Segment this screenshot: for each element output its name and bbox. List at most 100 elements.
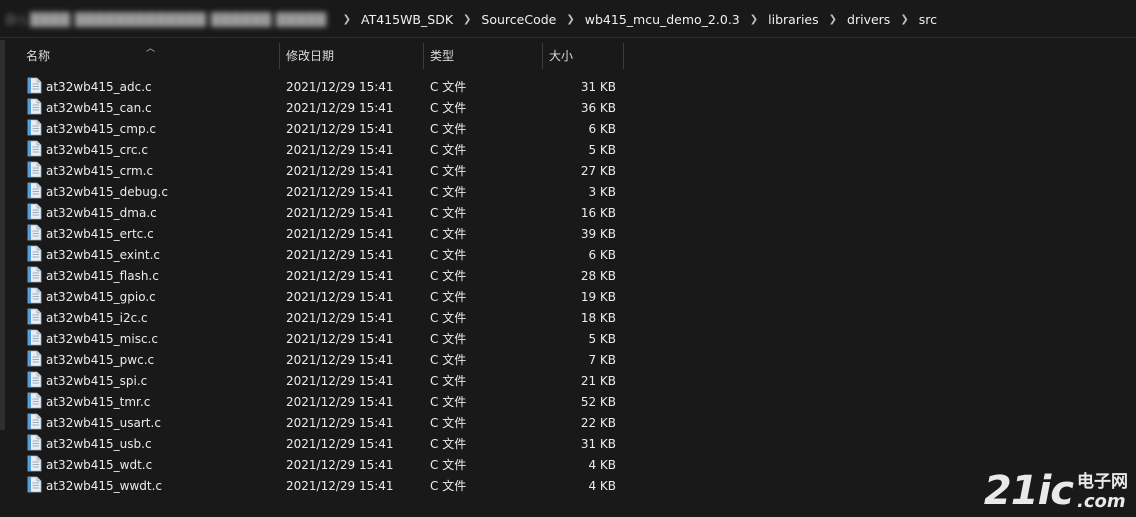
breadcrumb-item[interactable]: SourceCode bbox=[481, 12, 556, 27]
file-row[interactable]: at32wb415_spi.c 2021/12/29 15:41 C 文件 21 KB bbox=[20, 371, 625, 392]
c-source-file-icon bbox=[27, 476, 42, 497]
file-row[interactable]: at32wb415_misc.c 2021/12/29 15:41 C 文件 5 KB bbox=[20, 329, 625, 350]
breadcrumb-blurred-path: D:\ ████ █████████████ ██████ █████ bbox=[6, 11, 327, 27]
breadcrumb-item[interactable]: AT415WB_SDK bbox=[361, 12, 453, 27]
c-source-file-icon bbox=[27, 392, 42, 413]
file-row[interactable]: at32wb415_usb.c 2021/12/29 15:41 C 文件 31 KB bbox=[20, 434, 625, 455]
file-date: 2021/12/29 15:41 bbox=[286, 227, 394, 241]
c-source-file-icon bbox=[27, 182, 42, 203]
watermark-com: .com bbox=[1077, 491, 1126, 512]
c-source-file-icon bbox=[27, 266, 42, 287]
file-name: at32wb415_cmp.c bbox=[46, 122, 156, 136]
watermark-cn: 电子网 bbox=[1077, 472, 1128, 492]
file-type: C 文件 bbox=[430, 164, 467, 178]
file-row[interactable]: at32wb415_wwdt.c 2021/12/29 15:41 C 文件 4 KB bbox=[20, 476, 625, 497]
file-row[interactable]: at32wb415_tmr.c 2021/12/29 15:41 C 文件 52 KB bbox=[20, 392, 625, 413]
file-row[interactable]: at32wb415_i2c.c 2021/12/29 15:41 C 文件 18 KB bbox=[20, 308, 625, 329]
c-source-file-icon bbox=[27, 98, 42, 119]
c-source-file-icon bbox=[27, 329, 42, 350]
c-source-file-icon bbox=[27, 224, 42, 245]
file-row[interactable]: at32wb415_dma.c 2021/12/29 15:41 C 文件 16 KB bbox=[20, 203, 625, 224]
breadcrumb-item[interactable]: libraries bbox=[768, 12, 819, 27]
file-row[interactable]: at32wb415_pwc.c 2021/12/29 15:41 C 文件 7 KB bbox=[20, 350, 625, 371]
column-header-date[interactable]: 修改日期 bbox=[280, 39, 423, 71]
file-type: C 文件 bbox=[430, 185, 467, 199]
file-row[interactable]: at32wb415_exint.c 2021/12/29 15:41 C 文件 6 K… bbox=[20, 245, 625, 266]
file-name: at32wb415_wdt.c bbox=[46, 458, 153, 472]
chevron-right-icon[interactable]: ❯ bbox=[463, 14, 471, 25]
c-source-file-icon bbox=[27, 77, 42, 98]
breadcrumb-item[interactable]: src bbox=[919, 12, 937, 27]
file-date: 2021/12/29 15:41 bbox=[286, 311, 394, 325]
file-name: at32wb415_usb.c bbox=[46, 437, 152, 451]
file-type: C 文件 bbox=[430, 122, 467, 136]
file-row[interactable]: at32wb415_can.c 2021/12/29 15:41 C 文件 36 KB bbox=[20, 98, 625, 119]
file-size: 19 KB bbox=[580, 290, 616, 304]
file-date: 2021/12/29 15:41 bbox=[286, 437, 394, 451]
column-divider[interactable] bbox=[623, 43, 624, 69]
chevron-right-icon[interactable]: ❯ bbox=[343, 14, 351, 25]
file-date: 2021/12/29 15:41 bbox=[286, 248, 394, 262]
file-size: 28 KB bbox=[580, 269, 616, 283]
file-row[interactable]: at32wb415_adc.c 2021/12/29 15:41 C 文件 31 KB bbox=[20, 77, 625, 98]
file-type: C 文件 bbox=[430, 311, 467, 325]
file-name: at32wb415_ertc.c bbox=[46, 227, 154, 241]
file-name: at32wb415_can.c bbox=[46, 101, 152, 115]
file-date: 2021/12/29 15:41 bbox=[286, 122, 394, 136]
file-row[interactable]: at32wb415_ertc.c 2021/12/29 15:41 C 文件 39 K… bbox=[20, 224, 625, 245]
c-source-file-icon bbox=[27, 413, 42, 434]
file-date: 2021/12/29 15:41 bbox=[286, 458, 394, 472]
file-type: C 文件 bbox=[430, 374, 467, 388]
chevron-right-icon[interactable]: ❯ bbox=[900, 14, 908, 25]
file-size: 18 KB bbox=[580, 311, 616, 325]
file-date: 2021/12/29 15:41 bbox=[286, 206, 394, 220]
file-row[interactable]: at32wb415_flash.c 2021/12/29 15:41 C 文件 28 … bbox=[20, 266, 625, 287]
file-name: at32wb415_exint.c bbox=[46, 248, 160, 262]
file-size: 52 KB bbox=[580, 395, 616, 409]
file-type: C 文件 bbox=[430, 353, 467, 367]
file-name: at32wb415_tmr.c bbox=[46, 395, 151, 409]
column-header-type[interactable]: 类型 bbox=[424, 39, 542, 71]
address-bar[interactable]: D:\ ████ █████████████ ██████ █████ ❯ AT4… bbox=[0, 0, 1136, 38]
c-source-file-icon bbox=[27, 203, 42, 224]
file-row[interactable]: at32wb415_debug.c 2021/12/29 15:41 C 文件 3 K… bbox=[20, 182, 625, 203]
file-name: at32wb415_wwdt.c bbox=[46, 479, 163, 493]
file-type: C 文件 bbox=[430, 101, 467, 115]
breadcrumb-item[interactable]: drivers bbox=[847, 12, 890, 27]
file-list-view: 名称 ︿ 修改日期 类型 大小 at32wb415_adc.c 2021/12/2… bbox=[0, 39, 1136, 517]
file-type: C 文件 bbox=[430, 143, 467, 157]
file-row[interactable]: at32wb415_gpio.c 2021/12/29 15:41 C 文件 19 K… bbox=[20, 287, 625, 308]
file-date: 2021/12/29 15:41 bbox=[286, 101, 394, 115]
chevron-right-icon[interactable]: ❯ bbox=[829, 14, 837, 25]
file-type: C 文件 bbox=[430, 80, 467, 94]
chevron-right-icon[interactable]: ❯ bbox=[566, 14, 574, 25]
file-date: 2021/12/29 15:41 bbox=[286, 80, 394, 94]
file-date: 2021/12/29 15:41 bbox=[286, 164, 394, 178]
file-date: 2021/12/29 15:41 bbox=[286, 269, 394, 283]
file-date: 2021/12/29 15:41 bbox=[286, 143, 394, 157]
file-name: at32wb415_dma.c bbox=[46, 206, 157, 220]
file-size: 36 KB bbox=[580, 101, 616, 115]
chevron-right-icon[interactable]: ❯ bbox=[750, 14, 758, 25]
file-row[interactable]: at32wb415_crc.c 2021/12/29 15:41 C 文件 5 KB bbox=[20, 140, 625, 161]
c-source-file-icon bbox=[27, 350, 42, 371]
column-header-date-label: 修改日期 bbox=[286, 48, 335, 63]
file-size: 4 KB bbox=[588, 479, 616, 493]
file-date: 2021/12/29 15:41 bbox=[286, 374, 394, 388]
file-row[interactable]: at32wb415_usart.c 2021/12/29 15:41 C 文件 22 … bbox=[20, 413, 625, 434]
sort-ascending-icon: ︿ bbox=[146, 44, 156, 54]
file-size: 5 KB bbox=[588, 332, 616, 346]
file-type: C 文件 bbox=[430, 290, 467, 304]
file-size: 31 KB bbox=[580, 437, 616, 451]
file-row[interactable]: at32wb415_cmp.c 2021/12/29 15:41 C 文件 6 KB bbox=[20, 119, 625, 140]
column-header-name-label: 名称 bbox=[26, 48, 51, 63]
breadcrumb-item[interactable]: wb415_mcu_demo_2.0.3 bbox=[585, 12, 740, 27]
column-header-size[interactable]: 大小 bbox=[543, 39, 623, 71]
breadcrumb: D:\ ████ █████████████ ██████ █████ ❯ AT4… bbox=[6, 0, 937, 38]
file-row[interactable]: at32wb415_wdt.c 2021/12/29 15:41 C 文件 4 KB bbox=[20, 455, 625, 476]
file-name: at32wb415_crc.c bbox=[46, 143, 148, 157]
file-name: at32wb415_flash.c bbox=[46, 269, 159, 283]
file-row[interactable]: at32wb415_crm.c 2021/12/29 15:41 C 文件 27 KB bbox=[20, 161, 625, 182]
file-size: 5 KB bbox=[588, 143, 616, 157]
file-size: 31 KB bbox=[580, 80, 616, 94]
